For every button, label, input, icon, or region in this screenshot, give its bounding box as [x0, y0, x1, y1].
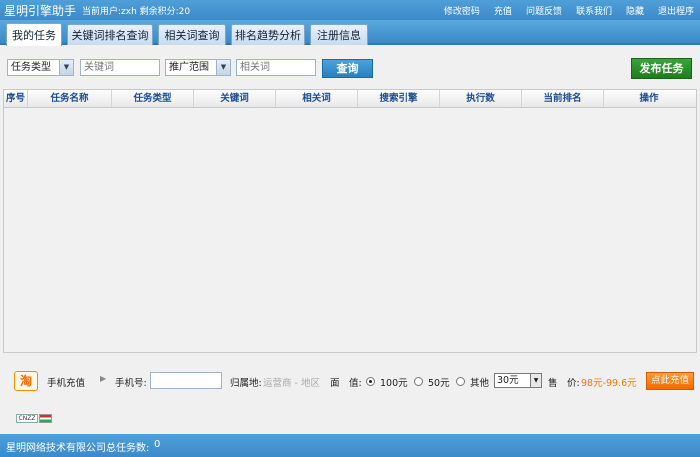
tab-keyword-rank[interactable]: 关键词排名查询 [67, 24, 153, 45]
tab-rank-trend[interactable]: 排名趋势分析 [231, 24, 305, 45]
option-100-label: 100元 [380, 378, 408, 389]
chevron-down-icon: ▼ [216, 60, 230, 75]
company-name: 星明网络技术有限公司 [6, 443, 106, 454]
publish-task-button[interactable]: 发布任务 [631, 58, 692, 79]
status-bar: 星明网络技术有限公司 总任务数: 0 [0, 434, 700, 457]
task-table-header: 序号 任务名称 任务类型 关键词 相关词 搜索引擎 执行数 当前排名 操作 [4, 90, 696, 108]
other-amount-select[interactable]: 30元 ▼ [494, 373, 542, 388]
option-50-label: 50元 [428, 378, 450, 389]
chevron-down-icon: ▼ [530, 374, 541, 387]
tab-registration[interactable]: 注册信息 [310, 24, 368, 45]
task-type-select[interactable]: 任务类型 ▼ [7, 59, 74, 76]
contact-link[interactable]: 联系我们 [576, 4, 612, 17]
flag-icon [39, 414, 52, 423]
location-value: 运营商 - 地区 [263, 378, 320, 389]
radio-50[interactable] [414, 377, 423, 386]
query-button[interactable]: 查询 [322, 59, 373, 78]
col-keyword[interactable]: 关键词 [194, 90, 276, 107]
option-other-label: 其他 [470, 378, 490, 389]
col-related-word[interactable]: 相关词 [276, 90, 358, 107]
other-amount-value: 30元 [497, 375, 519, 386]
chevron-right-icon: ▶ [100, 374, 107, 383]
change-password-link[interactable]: 修改密码 [444, 4, 480, 17]
feedback-link[interactable]: 问题反馈 [526, 4, 562, 17]
related-word-input[interactable] [236, 59, 316, 76]
phone-label: 手机号: [115, 378, 147, 389]
task-type-value: 任务类型 [11, 62, 51, 73]
recharge-pay-button[interactable]: 点此充值 [646, 372, 694, 390]
col-actions[interactable]: 操作 [604, 90, 694, 107]
top-links: 修改密码 充值 问题反馈 联系我们 隐藏 退出程序 [444, 4, 694, 17]
price-label: 售 价: [548, 378, 580, 389]
app-title: 星明引擎助手 [4, 4, 77, 18]
recharge-link[interactable]: 充值 [494, 4, 512, 17]
radio-other[interactable] [456, 377, 465, 386]
hide-link[interactable]: 隐藏 [626, 4, 644, 17]
total-tasks-value: 0 [154, 439, 161, 450]
price-value: 98元-99.6元 [581, 378, 637, 389]
filter-toolbar: 任务类型 ▼ 推广范围 ▼ 查询 发布任务 [0, 47, 700, 87]
title-bar: 星明引擎助手 当前用户:zxh 剩余积分:20 修改密码 充值 问题反馈 联系我… [0, 0, 700, 20]
location-label: 归属地: [230, 378, 262, 389]
chevron-down-icon: ▼ [59, 60, 73, 75]
exit-link[interactable]: 退出程序 [658, 4, 694, 17]
tab-bar: 我的任务 关键词排名查询 相关词查询 排名趋势分析 注册信息 [0, 20, 700, 46]
col-search-engine[interactable]: 搜索引擎 [358, 90, 440, 107]
promo-range-select[interactable]: 推广范围 ▼ [165, 59, 231, 76]
col-current-rank[interactable]: 当前排名 [522, 90, 604, 107]
mobile-recharge-widget: 淘 手机充值 ▶ 手机号: 归属地: 运营商 - 地区 面 值: 100元 50… [14, 367, 694, 397]
taobao-logo-icon: 淘 [14, 371, 38, 391]
cnzz-badge[interactable]: CNZZ [16, 414, 38, 423]
col-task-name[interactable]: 任务名称 [28, 90, 112, 107]
tab-related-words[interactable]: 相关词查询 [158, 24, 226, 45]
user-info: 当前用户:zxh 剩余积分:20 [82, 7, 191, 17]
keyword-input[interactable] [80, 59, 160, 76]
total-tasks-label: 总任务数: [106, 443, 150, 454]
tab-my-tasks[interactable]: 我的任务 [6, 23, 62, 46]
col-task-type[interactable]: 任务类型 [112, 90, 194, 107]
col-exec-count[interactable]: 执行数 [440, 90, 522, 107]
phone-input[interactable] [150, 372, 222, 389]
col-index[interactable]: 序号 [4, 90, 28, 107]
face-value-label: 面 值: [330, 378, 362, 389]
recharge-title: 手机充值 [47, 378, 86, 389]
radio-100[interactable] [366, 377, 375, 386]
promo-range-value: 推广范围 [169, 62, 209, 73]
task-table: 序号 任务名称 任务类型 关键词 相关词 搜索引擎 执行数 当前排名 操作 [3, 89, 697, 353]
